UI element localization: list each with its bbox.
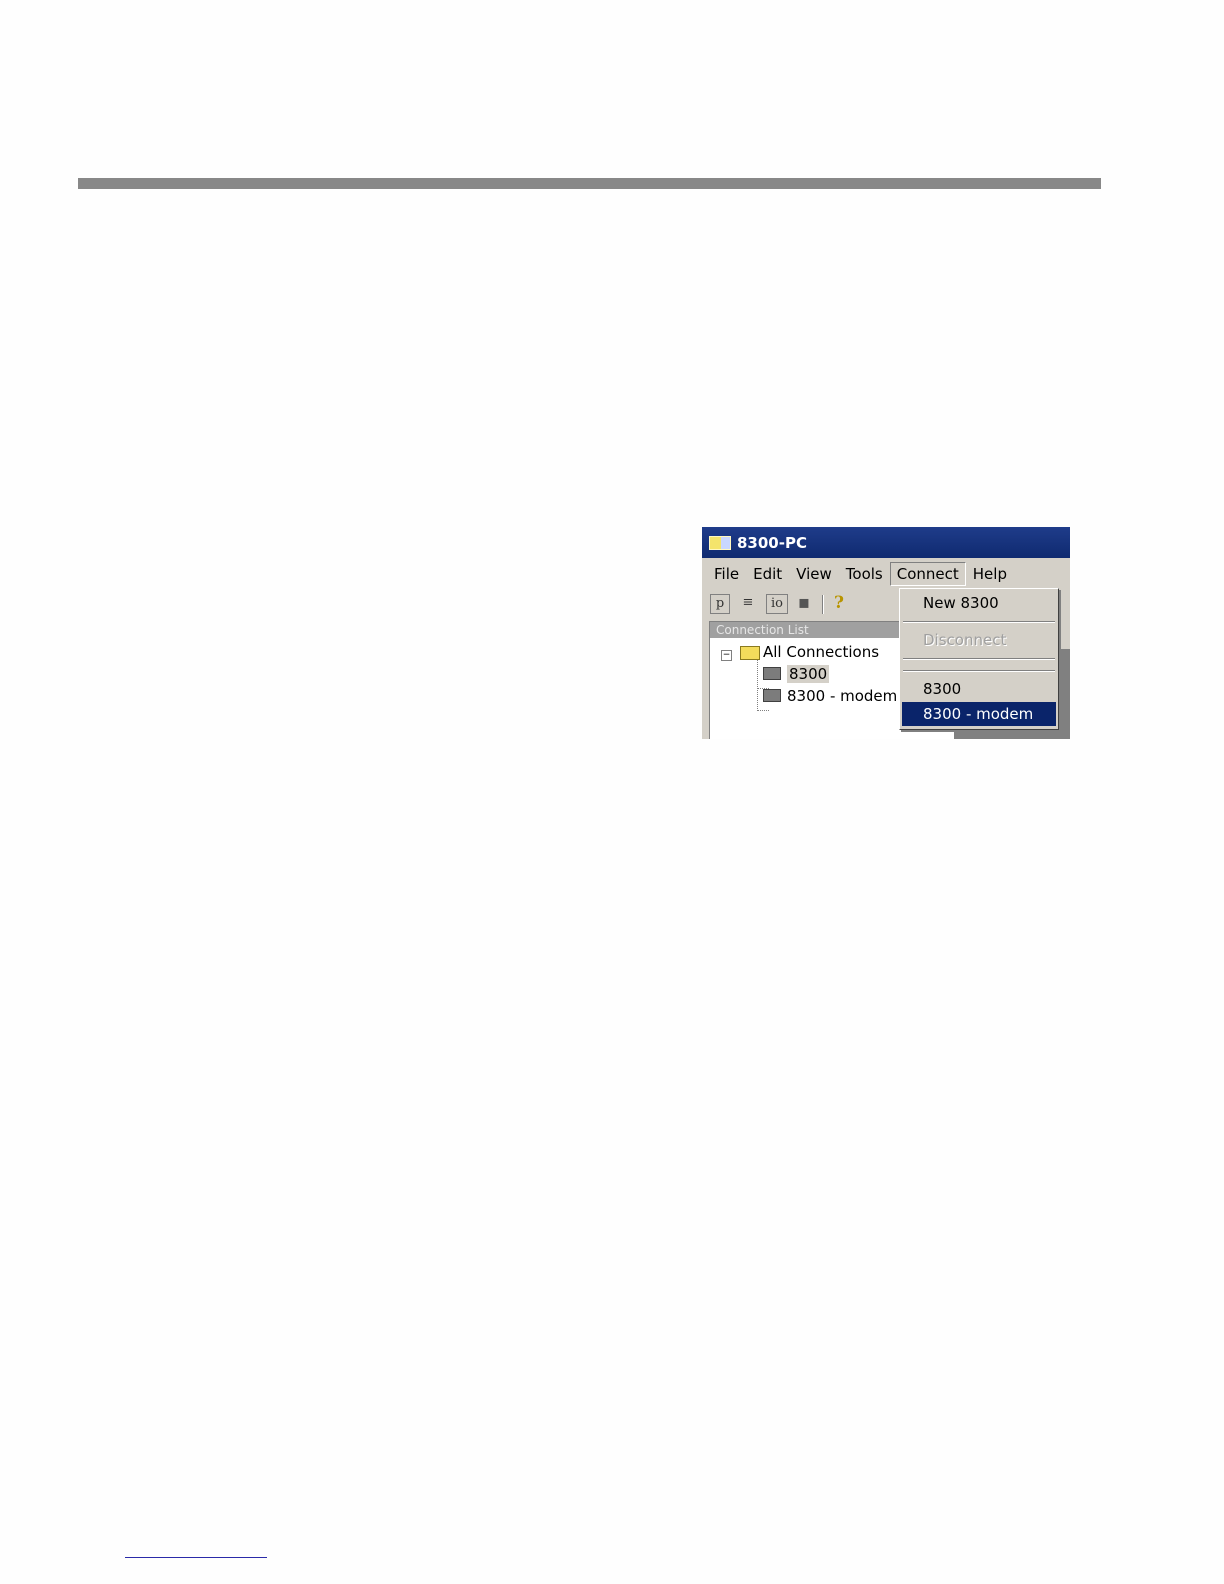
toolbar-separator <box>822 595 824 614</box>
tree-line <box>757 660 758 709</box>
menu-tools[interactable]: Tools <box>839 562 890 586</box>
menu-bar: File Edit View Tools Connect Help <box>702 559 1070 589</box>
title-bar: 8300-PC <box>702 527 1070 558</box>
tree-item-8300-modem[interactable]: 8300 - modem <box>763 687 897 705</box>
menu-item-new-8300[interactable]: New 8300 <box>902 591 1056 615</box>
footer-rule <box>125 1557 267 1558</box>
app-window-screenshot: 8300-PC File Edit View Tools Connect Hel… <box>702 527 1070 739</box>
folder-icon <box>740 646 760 660</box>
window-title: 8300-PC <box>737 533 807 552</box>
header-rule <box>78 178 1101 189</box>
menu-separator <box>903 658 1055 660</box>
menu-item-8300[interactable]: 8300 <box>902 677 1056 701</box>
save-icon[interactable]: ▪ <box>795 594 813 612</box>
tree-item-label: 8300 <box>787 665 830 683</box>
menu-connect[interactable]: Connect <box>889 562 966 586</box>
menu-item-disconnect[interactable]: Disconnect <box>902 628 1056 652</box>
menu-file[interactable]: File <box>707 562 746 586</box>
tree-item-8300[interactable]: 8300 <box>763 665 830 683</box>
menu-separator <box>903 670 1055 672</box>
device-icon <box>763 689 781 702</box>
tree-root-label[interactable]: All Connections <box>763 643 879 661</box>
device-icon <box>763 667 781 680</box>
menu-separator <box>903 621 1055 623</box>
connect-dropdown-menu: New 8300 Disconnect 8300 8300 - modem <box>899 588 1059 730</box>
help-icon[interactable]: ? <box>830 594 848 612</box>
p-icon[interactable]: p <box>710 594 730 614</box>
menu-help[interactable]: Help <box>966 562 1014 586</box>
document-icon[interactable]: ≡ <box>739 594 757 612</box>
collapse-icon[interactable]: − <box>721 650 732 661</box>
app-icon <box>709 535 731 550</box>
menu-edit[interactable]: Edit <box>746 562 789 586</box>
menu-item-8300-modem[interactable]: 8300 - modem <box>902 702 1056 726</box>
tree-line <box>757 710 769 711</box>
io-icon[interactable]: io <box>766 594 788 614</box>
tree-item-label: 8300 - modem <box>787 687 898 705</box>
menu-view[interactable]: View <box>789 562 839 586</box>
